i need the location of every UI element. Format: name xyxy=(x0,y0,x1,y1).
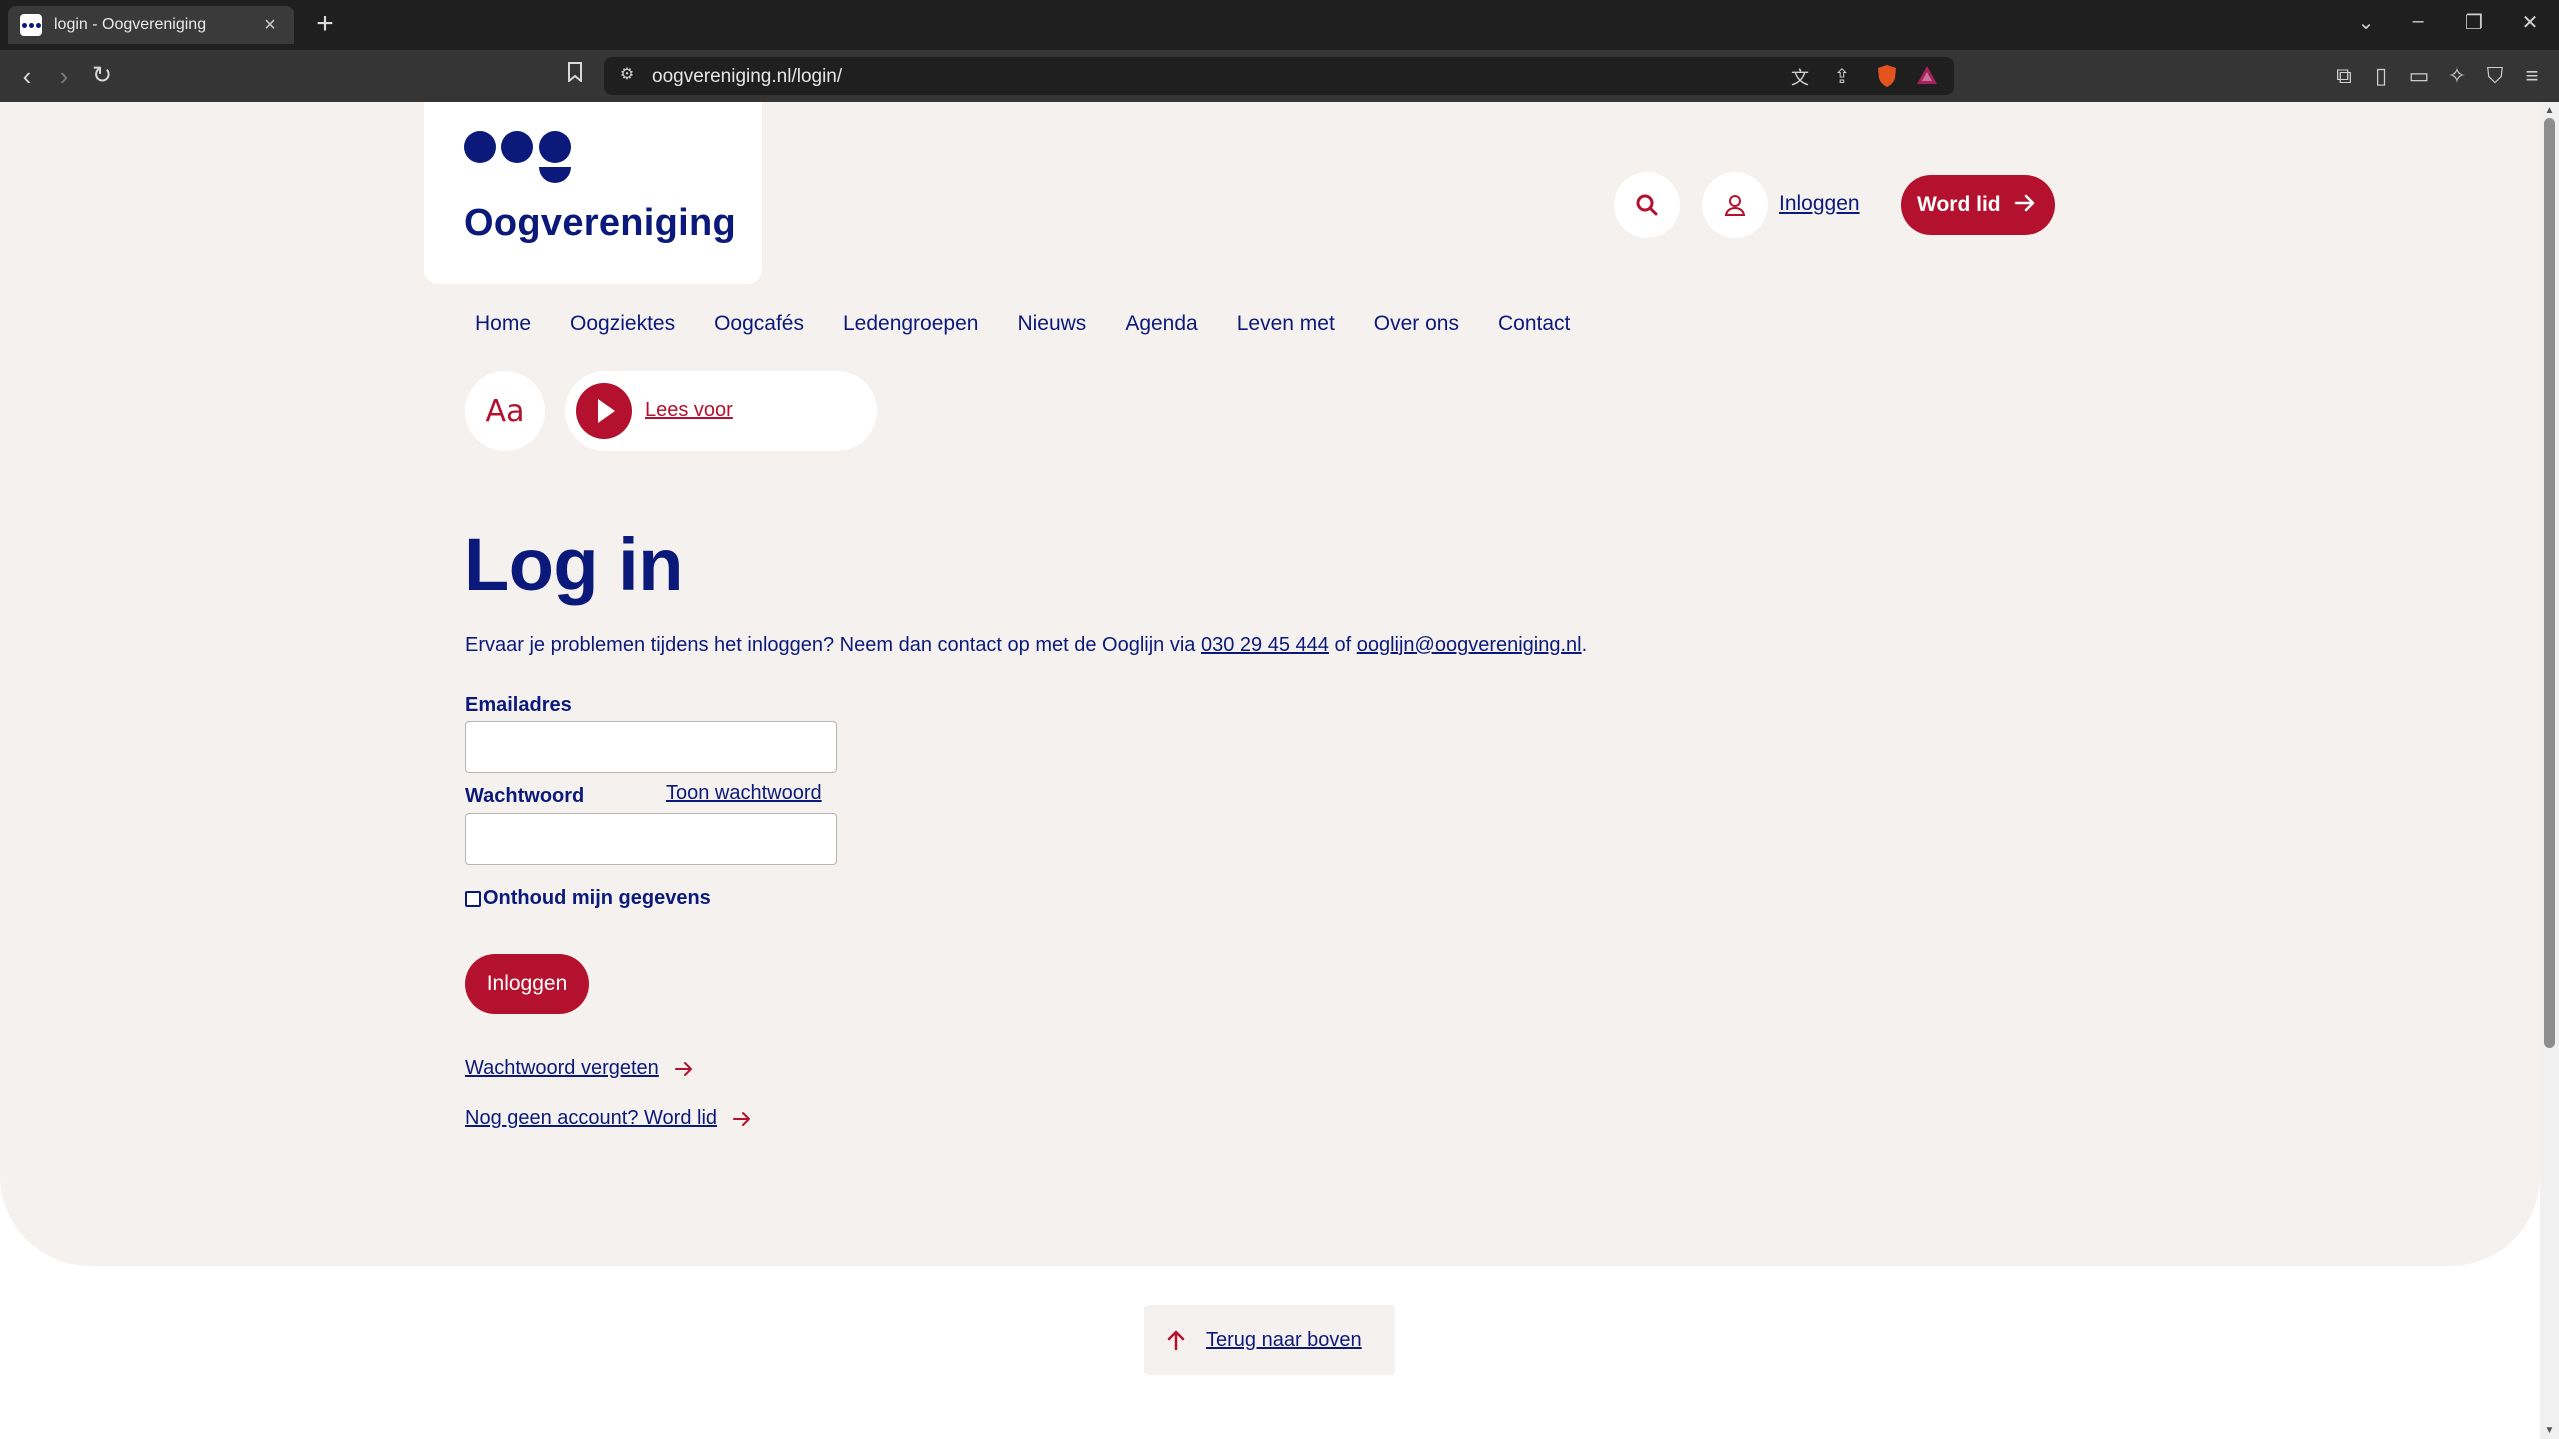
password-label: Wachtwoord xyxy=(465,785,585,807)
search-icon xyxy=(1636,194,1658,216)
wallet-icon[interactable]: ▭ xyxy=(2405,63,2433,89)
menu-icon[interactable]: ≡ xyxy=(2518,63,2546,89)
register-label: Nog geen account? Word lid xyxy=(465,1107,718,1129)
back-icon[interactable]: ‹ xyxy=(12,62,42,90)
scroll-down-icon[interactable]: ▼ xyxy=(2543,1424,2556,1437)
close-window-icon[interactable]: ✕ xyxy=(2516,10,2544,35)
logo-text: Oogvereniging xyxy=(464,202,737,244)
arrow-right-icon xyxy=(733,1111,751,1126)
login-intro: Ervaar je problemen tijdens het inloggen… xyxy=(465,634,1587,657)
register-link[interactable]: Nog geen account? Word lid xyxy=(465,1107,753,1130)
reload-icon[interactable]: ↻ xyxy=(87,62,117,90)
tab-list-chevron-icon[interactable]: ⌄ xyxy=(2352,10,2380,35)
brave-rewards-icon[interactable] xyxy=(1914,64,1940,92)
login-submit-label: Inloggen xyxy=(486,972,568,995)
login-submit-button[interactable]: Inloggen xyxy=(465,954,589,1014)
site-favicon-icon xyxy=(20,14,42,36)
join-button[interactable]: Word lid xyxy=(1901,175,2055,235)
main-navigation: Home Oogziektes Oogcafés Ledengroepen Ni… xyxy=(465,312,1580,336)
arrow-up-icon xyxy=(1167,1330,1185,1351)
text-size-label: Aa xyxy=(485,393,525,429)
scroll-up-icon[interactable]: ▲ xyxy=(2543,104,2556,117)
nav-item-oogziektes[interactable]: Oogziektes xyxy=(560,312,685,336)
remember-label: Onthoud mijn gegevens xyxy=(483,887,711,909)
email-link[interactable]: ooglijn@oogvereniging.nl xyxy=(1357,634,1582,656)
nav-item-nieuws[interactable]: Nieuws xyxy=(1007,312,1096,336)
play-button[interactable] xyxy=(576,383,632,439)
browser-tab-bar: login - Oogvereniging × + ⌄ – ❐ ✕ xyxy=(0,0,2559,50)
email-label: Emailadres xyxy=(465,694,572,716)
back-to-top-label: Terug naar boven xyxy=(1206,1328,1362,1351)
forward-icon[interactable]: › xyxy=(49,62,79,90)
extensions-icon[interactable]: ⧉ xyxy=(2330,63,2358,89)
remember-checkbox[interactable] xyxy=(465,890,481,907)
nav-item-over-ons[interactable]: Over ons xyxy=(1364,312,1469,336)
logo-dots-icon xyxy=(464,131,571,183)
restore-icon[interactable]: ❐ xyxy=(2460,10,2488,35)
read-aloud-link[interactable]: Lees voor xyxy=(645,399,733,422)
address-bar[interactable]: ⚙ oogvereniging.nl/login/ 文 ⇪ xyxy=(604,57,1954,95)
page-background xyxy=(0,102,2540,1266)
page-scrollbar[interactable]: ▲ ▼ xyxy=(2540,102,2559,1439)
nav-item-contact[interactable]: Contact xyxy=(1488,312,1580,336)
arrow-right-icon xyxy=(2014,194,2035,212)
text-size-button[interactable]: Aa xyxy=(465,371,545,451)
show-password-button[interactable]: Toon wachtwoord xyxy=(666,782,822,805)
share-icon[interactable]: ⇪ xyxy=(1829,64,1855,89)
page-title: Log in xyxy=(464,523,683,606)
browser-toolbar: ‹ › ↻ ⚙ oogvereniging.nl/login/ 文 ⇪ ⧉ ▯ … xyxy=(0,50,2559,102)
header-login-link[interactable]: Inloggen xyxy=(1779,192,1860,216)
site-settings-icon[interactable]: ⚙ xyxy=(614,64,640,84)
sidebar-icon[interactable]: ▯ xyxy=(2367,63,2395,89)
read-aloud-widget[interactable]: Lees voor xyxy=(565,371,877,451)
site-logo[interactable]: Oogvereniging xyxy=(424,102,762,284)
account-button[interactable] xyxy=(1702,172,1768,238)
phone-link[interactable]: 030 29 45 444 xyxy=(1201,634,1329,656)
arrow-right-icon xyxy=(674,1061,692,1076)
leo-ai-icon[interactable]: ✧ xyxy=(2443,63,2471,89)
intro-suffix: . xyxy=(1581,634,1588,656)
tab-title: login - Oogvereniging xyxy=(54,16,207,33)
nav-item-leven-met[interactable]: Leven met xyxy=(1227,312,1345,336)
back-to-top-button[interactable]: Terug naar boven xyxy=(1144,1305,1395,1375)
password-field[interactable] xyxy=(465,813,837,865)
play-icon xyxy=(598,399,615,423)
nav-item-home[interactable]: Home xyxy=(465,312,541,336)
remember-me[interactable]: Onthoud mijn gegevens xyxy=(465,887,711,910)
close-tab-icon[interactable]: × xyxy=(258,14,282,37)
join-button-label: Word lid xyxy=(1917,193,2001,216)
scroll-thumb[interactable] xyxy=(2544,118,2555,1048)
brave-shields-icon[interactable] xyxy=(1874,64,1900,94)
nav-item-agenda[interactable]: Agenda xyxy=(1115,312,1207,336)
page: Oogvereniging Inloggen Word lid Home Oog… xyxy=(0,102,2540,1439)
vpn-icon[interactable]: ⛉ xyxy=(2481,63,2509,89)
nav-item-oogcafes[interactable]: Oogcafés xyxy=(704,312,814,336)
email-field[interactable] xyxy=(465,721,837,773)
browser-tab[interactable]: login - Oogvereniging × xyxy=(8,6,294,44)
forgot-password-label: Wachtwoord vergeten xyxy=(465,1057,659,1079)
minimize-icon[interactable]: – xyxy=(2404,10,2432,33)
new-tab-icon[interactable]: + xyxy=(310,8,340,40)
nav-item-ledengroepen[interactable]: Ledengroepen xyxy=(833,312,988,336)
forgot-password-link[interactable]: Wachtwoord vergeten xyxy=(465,1057,695,1080)
url-text: oogvereniging.nl/login/ xyxy=(652,66,843,87)
translate-icon[interactable]: 文 xyxy=(1787,64,1813,90)
intro-prefix: Ervaar je problemen tijdens het inloggen… xyxy=(465,634,1201,656)
bookmark-icon[interactable] xyxy=(560,62,590,90)
search-button[interactable] xyxy=(1614,172,1680,238)
user-icon xyxy=(1724,195,1746,216)
intro-middle: of xyxy=(1328,634,1357,656)
